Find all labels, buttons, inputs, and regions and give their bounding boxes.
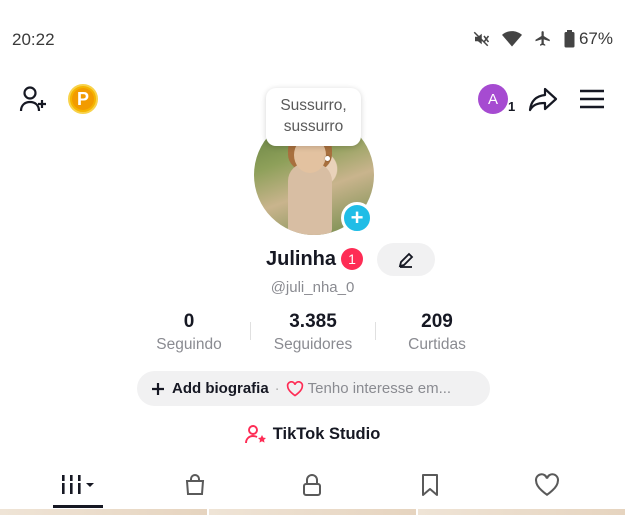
stat-likes-value: 209 [421, 311, 453, 332]
notification-badge: 1 [341, 248, 363, 270]
stat-followers[interactable]: 3.385 Seguidores [248, 311, 378, 354]
coin-icon: P [72, 88, 94, 110]
bookmark-icon [422, 474, 438, 496]
edit-profile-button[interactable] [377, 243, 435, 276]
stat-likes-label: Curtidas [408, 336, 466, 353]
separator-dot: · [274, 380, 280, 397]
videos-grid-icon [62, 475, 94, 494]
stat-followers-label: Seguidores [273, 336, 353, 353]
tab-liked[interactable] [495, 470, 599, 500]
tab-private[interactable] [260, 470, 364, 500]
video-thumbnail[interactable] [418, 509, 625, 515]
mute-icon [473, 31, 490, 47]
battery-percent: 67% [578, 29, 613, 48]
profile-handle: @juli_nha_0 [270, 279, 355, 296]
add-friend-icon [19, 86, 46, 112]
airplane-icon [535, 31, 550, 46]
note-bubble[interactable]: Sussurro, sussurro [266, 88, 361, 146]
coin-button[interactable]: P [68, 84, 98, 114]
pencil-icon [398, 252, 414, 268]
stat-likes[interactable]: 209 Curtidas [372, 311, 502, 354]
menu-icon [580, 89, 604, 109]
active-tab-indicator [53, 505, 103, 508]
shop-bag-icon [185, 474, 205, 495]
tab-saved[interactable] [378, 470, 482, 500]
tab-videos[interactable] [26, 470, 130, 500]
stat-following-value: 0 [183, 311, 195, 332]
account-switcher[interactable]: A 1 [478, 84, 515, 114]
bio-pill[interactable]: Add biografia · Tenho interesse em... [137, 371, 490, 406]
video-grid [0, 509, 625, 515]
interests-label: Tenho interesse em... [307, 380, 452, 397]
add-bio-label: Add biografia [172, 380, 269, 397]
account-count: 1 [508, 99, 516, 114]
share-icon [528, 87, 558, 112]
plus-icon: + [350, 205, 364, 230]
plus-icon [152, 382, 164, 395]
bubble-tail [325, 156, 330, 161]
add-friend-button[interactable] [18, 84, 50, 114]
stat-following-label: Seguindo [156, 336, 222, 353]
status-icons: 67% [472, 29, 613, 49]
tab-shop[interactable] [143, 470, 247, 500]
video-thumbnail[interactable] [209, 509, 416, 515]
stat-following[interactable]: 0 Seguindo [124, 311, 254, 354]
account-avatar: A [478, 84, 508, 114]
status-time: 20:22 [12, 30, 55, 49]
lock-icon [303, 474, 321, 496]
share-button[interactable] [527, 84, 559, 114]
profile-name: Julinha [266, 248, 337, 270]
heart-icon [535, 473, 559, 496]
studio-label: TikTok Studio [272, 424, 381, 443]
heart-outline-icon [286, 380, 303, 397]
stat-followers-value: 3.385 [289, 311, 337, 332]
video-thumbnail[interactable] [0, 509, 207, 515]
wifi-icon [501, 31, 522, 47]
studio-user-icon [244, 425, 266, 444]
add-photo-button[interactable]: + [341, 202, 373, 234]
tiktok-studio-link[interactable]: TikTok Studio [0, 424, 625, 444]
menu-button[interactable] [578, 86, 606, 112]
battery-icon [564, 30, 575, 48]
